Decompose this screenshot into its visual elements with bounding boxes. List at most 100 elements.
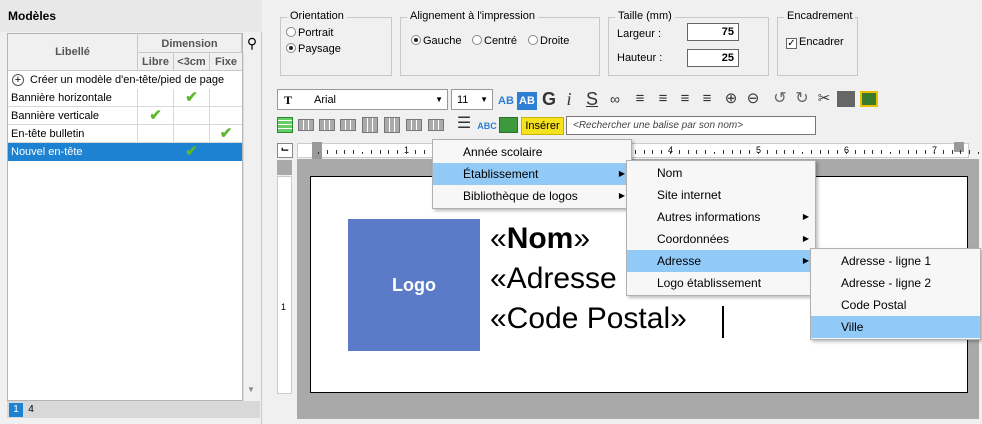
indent-marker-icon[interactable] — [312, 142, 322, 160]
table-row-selected[interactable]: Nouvel en-tête ✔ — [8, 143, 242, 161]
delete-row-icon[interactable] — [340, 119, 356, 131]
dropdown-arrow-icon: ▼ — [480, 95, 488, 104]
font-select[interactable]: T Arial ▼ — [277, 89, 448, 110]
ruler-tick — [705, 150, 707, 154]
vertical-ruler[interactable]: 1 — [277, 176, 292, 394]
align-center-icon[interactable]: ≡ — [653, 90, 673, 108]
create-model-row[interactable]: + Créer un modèle d'en-tête/pied de page — [8, 71, 242, 89]
copy-icon[interactable] — [837, 91, 855, 107]
insert-col-right-icon[interactable] — [384, 117, 400, 133]
insert-row-above-icon[interactable] — [298, 119, 314, 131]
portrait-radio[interactable]: Portrait — [286, 27, 333, 39]
zoom-out-icon[interactable]: ⊖ — [743, 90, 763, 108]
page-indicator-current[interactable]: 1 — [9, 403, 23, 417]
menu-item-etablissement[interactable]: Établissement ▶ — [433, 163, 631, 185]
check-icon: ✔ — [185, 89, 198, 106]
ruler-tick — [978, 152, 979, 154]
link-icon[interactable]: ∞ — [604, 90, 626, 108]
column-header-libelle[interactable]: Libellé — [8, 34, 138, 71]
align-right-radio[interactable]: Droite — [528, 35, 569, 47]
submenu-arrow-icon: ▶ — [802, 212, 809, 221]
paysage-radio[interactable]: Paysage — [286, 43, 341, 55]
cut-icon[interactable]: ✂ — [815, 90, 833, 108]
ruler-tick — [326, 150, 328, 154]
bold-icon[interactable]: G — [540, 90, 558, 108]
table-row[interactable]: Bannière verticale ✔ — [8, 107, 242, 125]
underline-icon[interactable]: S — [583, 90, 601, 108]
height-input[interactable]: 25 — [687, 49, 739, 67]
menu-item-nom[interactable]: Nom — [627, 162, 815, 184]
align-center-label: Centré — [484, 35, 518, 47]
menu-item-label: Adresse — [657, 254, 702, 268]
encadrer-checkbox[interactable]: ✓ Encadrer — [786, 36, 844, 49]
align-left-radio[interactable]: Gauche — [411, 35, 462, 47]
width-input[interactable]: 75 — [687, 23, 739, 41]
table-icon[interactable] — [277, 117, 293, 133]
split-cells-icon[interactable] — [428, 119, 444, 131]
menu-item-site-internet[interactable]: Site internet — [627, 184, 815, 206]
ruler-tick — [951, 150, 953, 154]
right-margin-marker-icon[interactable] — [954, 142, 964, 152]
scroll-down-icon[interactable]: ▼ — [247, 385, 255, 394]
vruler-number: 1 — [281, 302, 287, 312]
insert-row-below-icon[interactable] — [319, 119, 335, 131]
paste-icon[interactable] — [860, 91, 878, 107]
menu-item-adresse-ligne-1[interactable]: Adresse - ligne 1 — [811, 250, 980, 272]
align-left-icon[interactable]: ≡ — [630, 90, 650, 108]
menu-item-ville[interactable]: Ville — [811, 316, 980, 338]
spellcheck-icon[interactable]: ABC — [476, 117, 498, 135]
page-indicator-total: 4 — [28, 404, 34, 415]
ruler-tick — [353, 150, 355, 154]
undo-icon[interactable]: ↺ — [771, 90, 789, 108]
horizontal-ruler[interactable]: 1 2 3 4 5 6 7 — [297, 142, 979, 160]
ruler-tick — [854, 150, 856, 154]
table-row[interactable]: Bannière horizontale ✔ — [8, 89, 242, 107]
search-icon[interactable]: ⚲ — [244, 35, 260, 51]
vertical-scrollbar[interactable]: ▼ — [243, 53, 260, 401]
menu-item-code-postal[interactable]: Code Postal — [811, 294, 980, 316]
tag-search-input[interactable]: <Rechercher une balise par son nom> — [566, 116, 816, 135]
insert-col-left-icon[interactable] — [362, 117, 378, 133]
menu-item-annee-scolaire[interactable]: Année scolaire — [433, 141, 631, 163]
redo-icon[interactable]: ↻ — [793, 90, 811, 108]
align-right-icon[interactable]: ≡ — [697, 90, 717, 108]
ruler-tick — [775, 150, 777, 154]
tab-stop-icon[interactable]: ⌙ — [277, 143, 293, 158]
dropdown-arrow-icon: ▼ — [435, 95, 443, 104]
column-header-fixe[interactable]: Fixe — [210, 53, 242, 71]
menu-item-bibliotheque-logos[interactable]: Bibliothèque de logos ▶ — [433, 185, 631, 207]
menu-item-autres-informations[interactable]: Autres informations ▶ — [627, 206, 815, 228]
grow-font-icon[interactable]: AB — [496, 92, 516, 110]
border-title: Encadrement — [784, 10, 856, 22]
align-justify-icon[interactable]: ≡ — [675, 90, 695, 108]
italic-icon[interactable]: i — [562, 90, 576, 108]
menu-item-adresse-ligne-2[interactable]: Adresse - ligne 2 — [811, 272, 980, 294]
logo-placeholder[interactable]: Logo — [348, 219, 480, 351]
merge-cells-icon[interactable] — [406, 119, 422, 131]
menu-item-logo-etablissement[interactable]: Logo établissement — [627, 272, 815, 294]
font-size-select[interactable]: 11 ▼ — [451, 89, 493, 110]
table-row[interactable]: En-tête bulletin ✔ — [8, 125, 242, 143]
ruler-tick — [758, 152, 759, 154]
doc-line-code-postal[interactable]: «Code Postal» — [490, 302, 687, 336]
size-title: Taille (mm) — [615, 10, 675, 22]
column-header-dimension[interactable]: Dimension — [138, 34, 242, 53]
menu-item-coordonnees[interactable]: Coordonnées ▶ — [627, 228, 815, 250]
column-header-libre[interactable]: Libre — [138, 53, 174, 71]
list-icon[interactable]: ☰ — [454, 115, 474, 133]
ruler-tick — [661, 150, 663, 154]
menu-item-label: Bibliothèque de logos — [463, 189, 578, 203]
column-header-lt3cm[interactable]: <3cm — [174, 53, 210, 71]
shrink-font-icon[interactable]: AB — [517, 92, 537, 110]
ruler-tick — [722, 150, 724, 154]
ruler-tick — [652, 150, 654, 154]
zoom-in-icon[interactable]: ⊕ — [721, 90, 741, 108]
menu-item-adresse[interactable]: Adresse ▶ — [627, 250, 815, 272]
adresse-submenu: Adresse - ligne 1 Adresse - ligne 2 Code… — [810, 248, 981, 340]
insert-button[interactable]: Insérer — [521, 117, 564, 135]
align-center-radio[interactable]: Centré — [472, 35, 517, 47]
radio-icon — [286, 27, 296, 37]
doc-line-nom[interactable]: «Nom» — [490, 222, 590, 256]
orientation-title: Orientation — [287, 10, 347, 22]
image-icon[interactable] — [499, 117, 518, 133]
